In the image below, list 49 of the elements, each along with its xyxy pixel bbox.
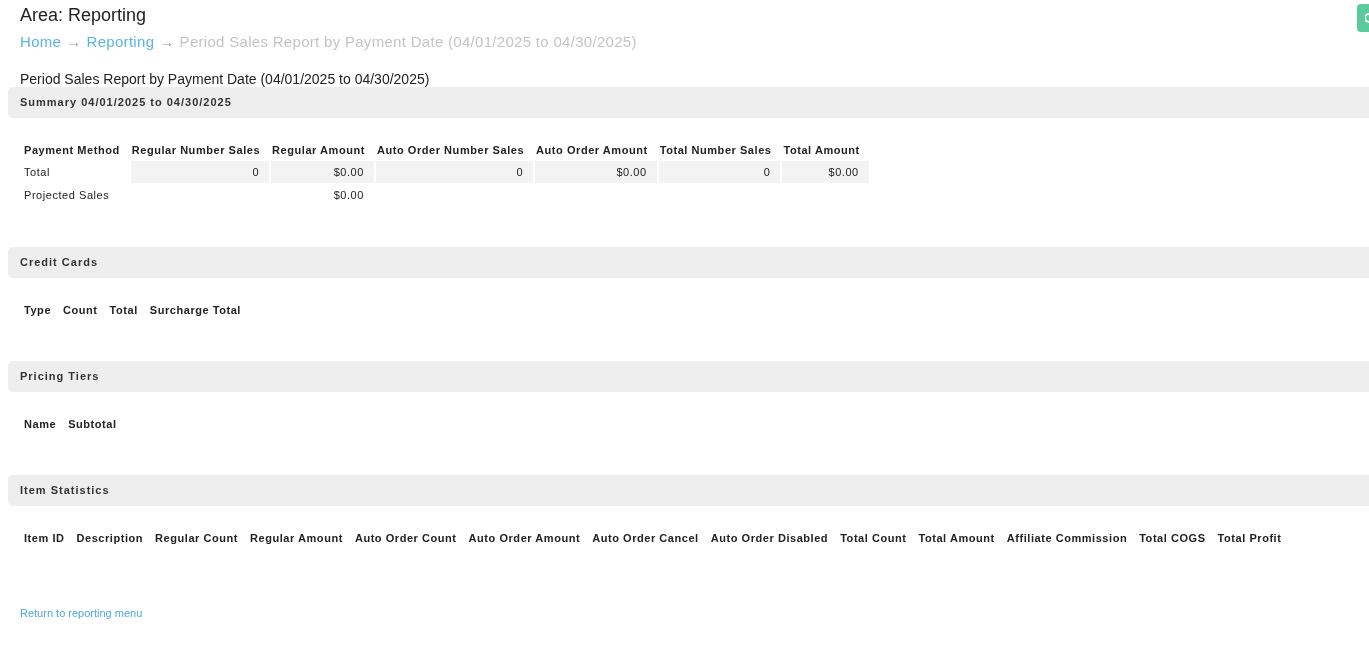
table-cell: 0 [130, 161, 270, 183]
report-title: Period Sales Report by Payment Date (04/01/2025 to 04/30/2025) [20, 71, 430, 87]
table-cell: 0 [658, 161, 781, 183]
column-header: Name [23, 417, 58, 432]
breadcrumb-separator: → [159, 32, 175, 52]
column-header: Subtotal [67, 417, 118, 432]
column-header: Regular Amount [271, 143, 366, 158]
column-header: Auto Order Cancel [591, 531, 700, 546]
section-header: Credit Cards [8, 247, 1369, 278]
table-cell-text: Total [23, 165, 51, 180]
table-cell: $0.00 [782, 161, 869, 183]
column-header: Surcharge Total [148, 303, 242, 318]
column-header: Total Amount [782, 143, 861, 158]
table-cell: 0 [375, 161, 534, 183]
column-header: Auto Order Number Sales [375, 143, 526, 158]
column-header: Total [108, 303, 139, 318]
area-title: Area: Reporting [20, 4, 147, 26]
column-header: Auto Order Amount [535, 143, 649, 158]
column-header: Auto Order Disabled [709, 531, 830, 546]
column-header: Regular Number Sales [130, 143, 262, 158]
return-link[interactable]: Return to reporting menu [20, 607, 143, 619]
section-header: Pricing Tiers [8, 361, 1369, 392]
table-cell-text: $0.00 [332, 188, 365, 203]
column-header: Total Amount [917, 531, 996, 546]
column-header: Regular Count [154, 531, 240, 546]
breadcrumb-separator: → [66, 32, 82, 52]
breadcrumb-current: Period Sales Report by Payment Date (04/01/2025 to 04/30/2025) [179, 32, 637, 52]
breadcrumb-link[interactable]: Reporting [86, 32, 155, 52]
column-header: Total Count [839, 531, 908, 546]
table-cell-text: Projected Sales [23, 188, 111, 203]
column-header: Total Profit [1216, 531, 1283, 546]
column-header: Count [62, 303, 99, 318]
section-header: Item Statistics [8, 475, 1369, 506]
column-header: Type [23, 303, 53, 318]
column-header: Description [75, 531, 145, 546]
column-header: Auto Order Count [353, 531, 458, 546]
column-header: Item ID [23, 531, 66, 546]
column-header: Auto Order Amount [467, 531, 582, 546]
table-cell: $0.00 [271, 161, 374, 183]
side-tab-button[interactable] [1357, 4, 1369, 32]
column-header: Total Number Sales [658, 143, 773, 158]
column-header: Regular Amount [249, 531, 344, 546]
table-cell: $0.00 [535, 161, 657, 183]
breadcrumb-link[interactable]: Home [20, 32, 62, 52]
column-header: Affiliate Commission [1005, 531, 1129, 546]
column-header: Payment Method [23, 143, 121, 158]
ring-icon [1365, 13, 1369, 23]
column-header: Total COGS [1138, 531, 1207, 546]
section-header: Summary 04/01/2025 to 04/30/2025 [8, 87, 1369, 118]
